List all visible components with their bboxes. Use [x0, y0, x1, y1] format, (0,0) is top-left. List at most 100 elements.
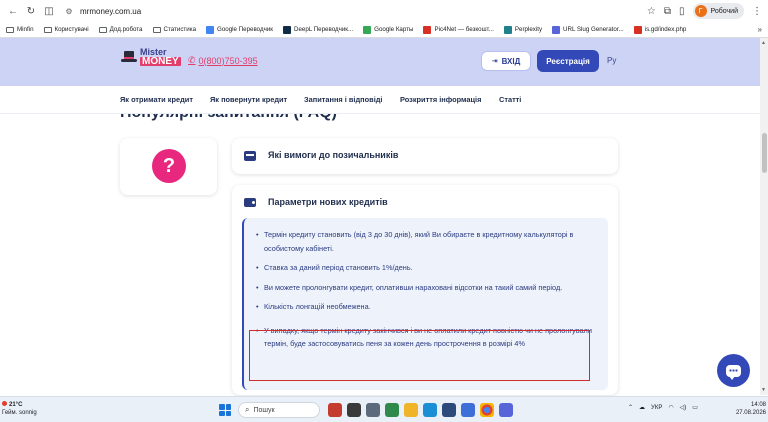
bookmark-label: URL Slug Generator... — [563, 26, 624, 33]
perplexity-icon — [503, 25, 512, 34]
bookmark-item[interactable]: URL Slug Generator... — [552, 25, 624, 34]
login-label: ВХІД — [501, 56, 521, 66]
profile-label: Робочий — [710, 7, 738, 15]
bookmark-item[interactable]: is.gd/index.php — [633, 25, 687, 34]
main-nav: Як отримати кредит Як повернути кредит З… — [0, 86, 760, 114]
weather-widget[interactable]: 21°C Гейм. sonnig — [2, 401, 37, 417]
nav-how-to-repay[interactable]: Як повернути кредит — [210, 95, 287, 104]
maps-icon — [363, 25, 372, 34]
bookmark-item[interactable]: Дод.робота — [98, 26, 143, 33]
bookmark-item[interactable]: DeepL Переводчик... — [282, 25, 353, 34]
address-bar[interactable]: ⚙ mrmoney.com.ua — [64, 3, 647, 19]
phone-icon: ✆ — [188, 55, 196, 65]
app-icon[interactable] — [366, 403, 380, 417]
file-explorer-icon[interactable] — [404, 403, 418, 417]
search-icon: ⌕ — [245, 405, 250, 414]
highlight-box — [249, 330, 590, 381]
windows-taskbar: 21°C Гейм. sonnig ⌕ Пошук ⌃ ☁ УКР ◠ ◁) ▭… — [0, 396, 768, 422]
back-icon[interactable]: ← — [6, 4, 20, 18]
phone-number: 0(800)750-395 — [198, 55, 258, 66]
app-icon[interactable] — [328, 403, 342, 417]
bookmark-item[interactable]: Google Карты — [363, 25, 414, 34]
app-icon[interactable] — [461, 403, 475, 417]
bookmark-label: Google Карты — [374, 26, 414, 33]
weather-icon — [2, 401, 7, 406]
faq-icon-card: ? — [120, 138, 217, 195]
bookmark-label: is.gd/index.php — [644, 26, 687, 33]
avatar: Г — [694, 5, 707, 17]
system-tray: ⌃ ☁ УКР ◠ ◁) ▭ — [628, 404, 698, 412]
folder-icon — [6, 26, 14, 33]
site-logo[interactable]: Mister MONEY — [120, 48, 181, 67]
question-icon: ? — [152, 149, 186, 183]
page-scrollbar[interactable]: ▲ ▼ — [760, 38, 768, 395]
list-item: Кількість лонгацій необмежена. — [256, 300, 596, 314]
windows-start-icon[interactable] — [219, 404, 231, 416]
bookmark-item[interactable]: Статистика — [152, 26, 197, 33]
site-header: Mister MONEY ✆ 0(800)750-395 ⇥ ВХІД Реєс… — [0, 38, 760, 86]
app-icon[interactable] — [499, 403, 513, 417]
clock-time: 14:08 — [750, 402, 766, 408]
taskbar-apps — [328, 403, 513, 417]
bookmark-item[interactable]: Pic4Net — безкошт... — [423, 25, 494, 34]
list-item: Ви можете пролонгувати кредит, оплативши… — [256, 281, 596, 295]
folder-icon — [98, 26, 107, 33]
profile-button[interactable]: Г Робочий — [692, 3, 744, 19]
nav-articles[interactable]: Статті — [499, 95, 521, 104]
accordion-title: Які вимоги до позичальників — [268, 150, 399, 160]
bookmark-item[interactable]: Perplexity — [503, 25, 543, 34]
bookmark-item[interactable]: Google Переводчик — [206, 25, 273, 34]
register-button[interactable]: Реєстрація — [537, 50, 599, 72]
accordion-title: Параметри нових кредитів — [268, 197, 388, 207]
more-bookmarks-icon[interactable]: » — [758, 25, 762, 34]
bookmark-item[interactable]: Minfin — [6, 26, 34, 33]
battery-icon[interactable]: ▭ — [692, 404, 698, 411]
bookmark-label: Статистика — [163, 26, 197, 33]
language-switch[interactable]: Ру — [607, 56, 616, 65]
scroll-down-icon[interactable]: ▼ — [761, 387, 766, 393]
extensions-icon[interactable]: ⧉ — [664, 6, 671, 17]
cloud-icon[interactable]: ☁ — [639, 404, 645, 411]
taskbar-search[interactable]: ⌕ Пошук — [238, 402, 320, 418]
reload-icon[interactable]: ↻ — [24, 4, 38, 18]
wifi-icon[interactable]: ◠ — [668, 404, 673, 411]
bookmark-label: Дод.робота — [109, 26, 143, 33]
site-info-icon[interactable]: ⚙ — [64, 6, 74, 16]
folder-icon — [43, 26, 52, 33]
menu-icon[interactable]: ⋮ — [752, 6, 762, 17]
temperature: 21°C — [9, 402, 23, 408]
translate-icon — [206, 25, 215, 34]
nav-faq[interactable]: Запитання і відповіді — [304, 95, 383, 104]
chrome-icon[interactable] — [480, 403, 494, 417]
nav-how-to-get[interactable]: Як отримати кредит — [120, 95, 193, 104]
list-item: Термін кредиту становить (від 3 до 30 дн… — [256, 228, 596, 255]
bookmark-label: Pic4Net — безкошт... — [434, 26, 494, 33]
chat-button[interactable] — [717, 354, 750, 387]
bookmark-label: Perplexity — [514, 26, 543, 33]
accordion-borrower-requirements[interactable]: Які вимоги до позичальників — [232, 138, 618, 174]
scrollbar-thumb[interactable] — [761, 133, 767, 173]
isgd-icon — [633, 25, 642, 34]
nav-disclosure[interactable]: Розкриття інформація — [400, 95, 481, 104]
volume-icon[interactable]: ◁) — [680, 404, 687, 411]
logo-line2: MONEY — [140, 56, 181, 67]
bookmark-item[interactable]: Користувачі — [43, 26, 89, 33]
input-language[interactable]: УКР — [651, 405, 662, 411]
folder-icon — [152, 26, 161, 33]
star-icon[interactable]: ☆ — [647, 6, 656, 17]
app-icon[interactable] — [347, 403, 361, 417]
scroll-up-icon[interactable]: ▲ — [761, 40, 766, 46]
bookmark-label: Google Переводчик — [217, 26, 273, 33]
edge-icon[interactable] — [423, 403, 437, 417]
app-icon[interactable] — [442, 403, 456, 417]
login-button[interactable]: ⇥ ВХІД — [481, 51, 531, 71]
chevron-up-icon[interactable]: ⌃ — [628, 404, 633, 411]
bookmark-label: Користувачі — [54, 26, 89, 33]
app-icon[interactable] — [385, 403, 399, 417]
sidebar-icon[interactable]: ◫ — [42, 4, 56, 18]
clock[interactable]: 14:08 27.08.2026 — [728, 401, 766, 417]
slug-icon — [552, 25, 561, 34]
side-panel-icon[interactable]: ▯ — [679, 6, 685, 17]
bookmark-label: Minfin — [17, 26, 34, 33]
phone-link[interactable]: ✆ 0(800)750-395 — [188, 55, 258, 66]
